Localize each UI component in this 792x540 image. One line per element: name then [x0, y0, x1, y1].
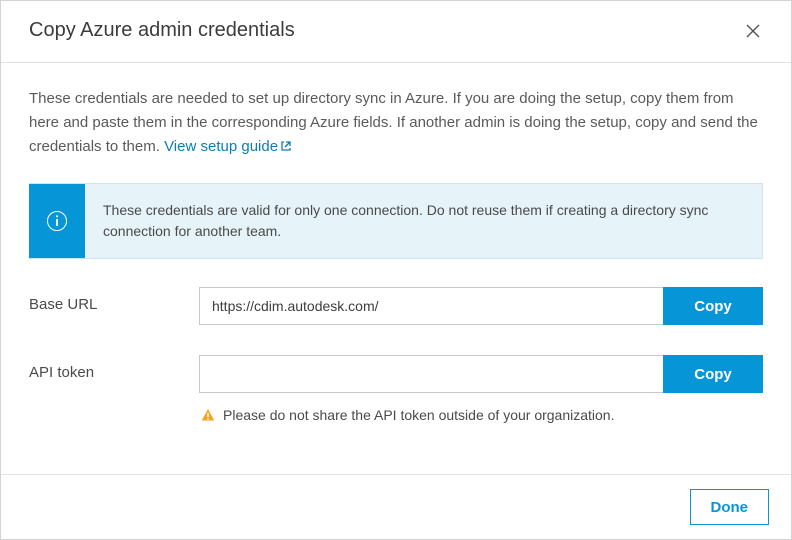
- info-icon: [46, 210, 68, 232]
- api-token-control: Copy Please do not share the API token o…: [199, 355, 763, 423]
- info-icon-box: [29, 184, 85, 258]
- setup-guide-label: View setup guide: [164, 138, 278, 155]
- dialog-footer: Done: [1, 474, 791, 539]
- dialog-body: These credentials are needed to set up d…: [1, 63, 791, 474]
- dialog-title: Copy Azure admin credentials: [29, 19, 295, 42]
- base-url-label: Base URL: [29, 287, 199, 313]
- info-banner-text: These credentials are valid for only one…: [85, 184, 762, 258]
- warning-icon: [201, 408, 215, 422]
- api-token-input[interactable]: [199, 355, 663, 393]
- intro-copy: These credentials are needed to set up d…: [29, 90, 758, 155]
- close-icon: [745, 23, 761, 39]
- dialog: Copy Azure admin credentials These crede…: [0, 0, 792, 540]
- api-token-label: API token: [29, 355, 199, 381]
- base-url-input-group: Copy: [199, 287, 763, 325]
- copy-base-url-button[interactable]: Copy: [663, 287, 763, 325]
- done-button[interactable]: Done: [690, 489, 770, 525]
- api-token-warning: Please do not share the API token outsid…: [199, 407, 763, 423]
- copy-api-token-button[interactable]: Copy: [663, 355, 763, 393]
- api-token-warning-text: Please do not share the API token outsid…: [223, 407, 614, 423]
- api-token-row: API token Copy Please do not share the A…: [29, 355, 763, 423]
- intro-text: These credentials are needed to set up d…: [29, 87, 763, 159]
- close-button[interactable]: [743, 21, 763, 41]
- base-url-row: Base URL Copy: [29, 287, 763, 325]
- info-banner: These credentials are valid for only one…: [29, 183, 763, 259]
- base-url-input[interactable]: [199, 287, 663, 325]
- external-link-icon: [280, 140, 292, 152]
- base-url-control: Copy: [199, 287, 763, 325]
- api-token-input-group: Copy: [199, 355, 763, 393]
- dialog-header: Copy Azure admin credentials: [1, 1, 791, 52]
- setup-guide-link[interactable]: View setup guide: [164, 138, 292, 155]
